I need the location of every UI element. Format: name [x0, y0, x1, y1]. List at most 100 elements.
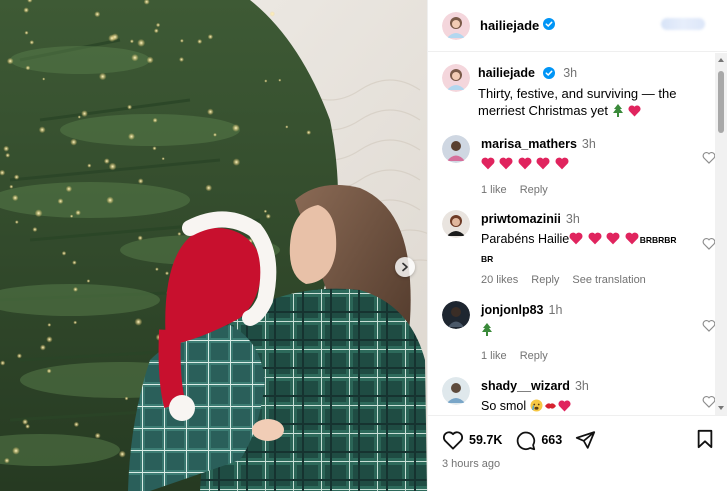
- tree-light: [39, 344, 46, 351]
- tree-light: [47, 323, 52, 327]
- heart-icon[interactable]: [702, 319, 716, 337]
- red-heart-icon: [625, 232, 639, 250]
- tree-light: [137, 235, 143, 241]
- tree-light: [73, 421, 80, 428]
- tree-light: [265, 213, 271, 219]
- tree-light: [98, 72, 107, 81]
- comment-username[interactable]: shady__wizard: [481, 379, 570, 393]
- caption-username[interactable]: hailiejade: [478, 66, 535, 80]
- tree-light: [70, 138, 78, 146]
- comment-item: marisa_mathers 3h 1 like Reply: [442, 135, 716, 196]
- likes-count[interactable]: 59.7K: [469, 433, 502, 447]
- comment-likes[interactable]: 1 like: [481, 184, 507, 196]
- tree-light: [180, 38, 184, 43]
- comment-text: Parabéns Hailie BRBRBR BR: [481, 231, 712, 268]
- post-caption: hailiejade 3h Thirty, festive, and survi…: [442, 64, 718, 121]
- comment-suffix: BRBRBR: [639, 235, 677, 245]
- tree-light: [16, 353, 22, 359]
- heart-icon[interactable]: [702, 395, 716, 413]
- scroll-thumb[interactable]: [718, 71, 724, 133]
- tree-light: [155, 267, 159, 272]
- tree-light: [22, 418, 29, 425]
- caption-avatar[interactable]: [442, 64, 470, 92]
- next-arrow-icon: [402, 262, 408, 272]
- post-photo[interactable]: [0, 0, 427, 491]
- comment-thread[interactable]: hailiejade 3h Thirty, festive, and survi…: [428, 53, 727, 415]
- tree-light: [134, 318, 143, 326]
- tree-light: [205, 184, 213, 192]
- tree-light: [46, 336, 53, 343]
- red-heart-icon: [558, 400, 571, 415]
- comment-username[interactable]: jonjonlp83: [481, 303, 544, 317]
- tree-light: [131, 54, 139, 62]
- heart-icon[interactable]: [702, 151, 716, 169]
- comment-text: [481, 322, 712, 341]
- red-heart-icon: [628, 104, 641, 121]
- share-icon[interactable]: [575, 430, 596, 450]
- comment-text: So smol: [481, 398, 712, 415]
- tree-light: [108, 162, 117, 171]
- red-heart-icon: [536, 157, 550, 175]
- post-viewer: hailiejade hailiejade 3h Thirty, festive…: [0, 0, 727, 491]
- tree-light: [46, 368, 52, 374]
- comments-scrollbar[interactable]: [715, 53, 727, 415]
- christmas-tree-icon: [612, 104, 624, 121]
- post-header: hailiejade: [428, 0, 727, 52]
- comment-avatar[interactable]: [442, 135, 470, 163]
- tree-light: [25, 424, 30, 429]
- tree-light: [0, 360, 6, 366]
- red-heart-icon: [499, 157, 513, 175]
- tree-light: [106, 196, 114, 204]
- author-username[interactable]: hailiejade: [480, 18, 539, 33]
- reply-button[interactable]: Reply: [520, 350, 548, 362]
- scroll-down-arrow-icon[interactable]: [718, 406, 724, 410]
- red-heart-icon: [518, 157, 532, 175]
- comment-avatar[interactable]: [442, 301, 470, 329]
- comment-time: 3h: [565, 212, 580, 226]
- tree-light: [264, 79, 268, 83]
- tree-light: [177, 232, 182, 236]
- comment-likes[interactable]: 1 like: [481, 350, 507, 362]
- tree-light: [61, 251, 67, 256]
- christmas-tree-icon: [481, 323, 493, 341]
- post-timestamp[interactable]: 3 hours ago: [442, 458, 500, 470]
- reply-button[interactable]: Reply: [531, 274, 559, 286]
- comment-username[interactable]: marisa_mathers: [481, 137, 577, 151]
- crying-face-icon: [530, 399, 543, 415]
- save-icon[interactable]: [696, 429, 714, 449]
- comment-text-body: So smol: [481, 399, 527, 413]
- tree-light: [129, 39, 134, 44]
- tree-light: [25, 65, 31, 71]
- comment-likes[interactable]: 20 likes: [481, 274, 518, 286]
- tree-light: [161, 157, 165, 161]
- tree-light: [207, 34, 214, 40]
- tree-light: [179, 57, 184, 62]
- scroll-up-arrow-icon[interactable]: [718, 58, 724, 62]
- tree-light: [103, 158, 110, 165]
- tree-light: [12, 446, 20, 455]
- reply-button[interactable]: Reply: [520, 184, 548, 196]
- author-avatar[interactable]: [442, 11, 470, 40]
- comments-count[interactable]: 663: [541, 433, 562, 447]
- verified-badge-icon: [543, 17, 556, 35]
- blurred-header-text: [661, 18, 705, 30]
- post-actions: 59.7K 663 3 hours ago: [428, 415, 727, 491]
- red-heart-icon: [588, 232, 602, 250]
- comment-icon[interactable]: [515, 430, 536, 451]
- heart-icon[interactable]: [442, 430, 464, 450]
- tree-light: [152, 146, 157, 151]
- tree-light: [4, 457, 10, 464]
- see-translation-link[interactable]: See translation: [572, 274, 645, 286]
- heart-icon[interactable]: [702, 237, 716, 255]
- red-heart-icon: [481, 157, 495, 175]
- comment-username[interactable]: priwtomazinii: [481, 212, 561, 226]
- tree-light: [87, 163, 92, 168]
- next-photo-button[interactable]: [395, 257, 415, 277]
- comment-avatar[interactable]: [442, 210, 470, 238]
- comment-avatar[interactable]: [442, 377, 470, 405]
- tree-light: [23, 7, 30, 13]
- tree-light: [137, 38, 146, 47]
- tree-light: [232, 124, 240, 132]
- tree-light: [12, 194, 19, 202]
- tree-light: [146, 56, 154, 64]
